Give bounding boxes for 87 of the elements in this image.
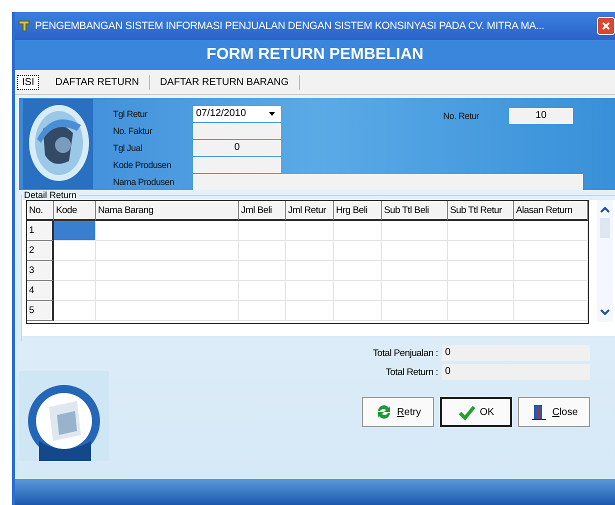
table-cell[interactable] bbox=[96, 221, 239, 241]
table-cell[interactable] bbox=[448, 301, 514, 321]
row-header: 1 bbox=[27, 221, 54, 241]
tab[interactable]: DAFTAR RETURN BARANG bbox=[150, 74, 300, 90]
field-label: Tgl Jual bbox=[113, 142, 144, 155]
table-cell[interactable] bbox=[286, 221, 334, 241]
table-cell[interactable] bbox=[382, 221, 448, 241]
input-field[interactable] bbox=[193, 157, 281, 173]
column-header[interactable]: Sub Ttl Beli bbox=[382, 201, 448, 221]
row-header: 4 bbox=[27, 281, 54, 301]
door-exit-icon bbox=[530, 403, 548, 421]
table-cell[interactable] bbox=[239, 301, 286, 321]
table-cell[interactable] bbox=[334, 221, 382, 241]
ok-button[interactable]: OK bbox=[440, 397, 512, 427]
field-label: Tgl Retur bbox=[113, 108, 148, 121]
table-cell[interactable] bbox=[239, 241, 286, 261]
tab[interactable]: DAFTAR RETURN bbox=[45, 74, 150, 90]
app-icon bbox=[17, 19, 31, 33]
field-label: No. Retur bbox=[443, 110, 479, 123]
table-cell[interactable] bbox=[514, 281, 588, 301]
table-cell[interactable] bbox=[54, 221, 96, 241]
table-cell[interactable] bbox=[514, 261, 588, 281]
scroll-down-icon[interactable] bbox=[600, 308, 610, 316]
form-title: FORM RETURN PEMBELIAN bbox=[206, 46, 424, 64]
field-label: Nama Produsen bbox=[113, 176, 176, 189]
table-cell[interactable] bbox=[514, 301, 588, 321]
total-label: Total Penjualan : bbox=[372, 348, 438, 358]
input-field[interactable]: 0 bbox=[193, 140, 281, 156]
table-cell[interactable] bbox=[382, 281, 448, 301]
table-cell[interactable] bbox=[448, 281, 514, 301]
column-header[interactable]: Kode bbox=[54, 201, 96, 221]
table-cell[interactable] bbox=[96, 241, 239, 261]
table-cell[interactable] bbox=[382, 261, 448, 281]
table-cell[interactable] bbox=[514, 221, 588, 241]
tab[interactable]: ISI bbox=[17, 74, 40, 90]
table-cell[interactable] bbox=[382, 301, 448, 321]
table-cell[interactable] bbox=[239, 261, 286, 281]
table-cell[interactable] bbox=[239, 281, 286, 301]
close-icon bbox=[601, 21, 611, 31]
total-field: 0 bbox=[442, 345, 590, 361]
table-cell[interactable] bbox=[448, 221, 514, 241]
row-header: 5 bbox=[27, 301, 54, 321]
table-cell[interactable] bbox=[96, 261, 239, 281]
table-cell[interactable] bbox=[286, 281, 334, 301]
checkmark-icon bbox=[458, 403, 476, 421]
table-cell[interactable] bbox=[54, 241, 96, 261]
group-title: Detail Return bbox=[23, 190, 78, 200]
row-header: 3 bbox=[27, 261, 54, 281]
column-header[interactable]: Hrg Beli bbox=[334, 201, 382, 221]
field-label: Kode Produsen bbox=[113, 159, 172, 172]
table-cell[interactable] bbox=[334, 261, 382, 281]
row-header: 2 bbox=[27, 241, 54, 261]
table-cell[interactable] bbox=[286, 301, 334, 321]
table-cell[interactable] bbox=[286, 261, 334, 281]
column-header[interactable]: Jml Beli bbox=[239, 201, 286, 221]
table-cell[interactable] bbox=[96, 281, 239, 301]
scrollbar[interactable] bbox=[597, 200, 613, 322]
input-field[interactable] bbox=[193, 123, 281, 139]
column-header[interactable]: Nama Barang bbox=[96, 201, 239, 221]
table-cell[interactable] bbox=[334, 301, 382, 321]
table-cell[interactable] bbox=[448, 241, 514, 261]
column-header[interactable]: No. bbox=[27, 201, 54, 221]
input-field[interactable] bbox=[193, 174, 583, 190]
close-button[interactable] bbox=[597, 17, 615, 35]
table-cell[interactable] bbox=[96, 301, 239, 321]
column-header[interactable]: Alasan Return bbox=[514, 201, 588, 221]
input-field[interactable]: 10 bbox=[509, 108, 573, 124]
table-cell[interactable] bbox=[448, 261, 514, 281]
column-header[interactable]: Jml Retur bbox=[286, 201, 334, 221]
window-title: PENGEMBANGAN SISTEM INFORMASI PENJUALAN DENGAN SISTEM KONSINYASI PADA CV. MITRA MA... bbox=[35, 20, 546, 32]
table-cell[interactable] bbox=[382, 241, 448, 261]
total-field: 0 bbox=[442, 364, 590, 380]
table-cell[interactable] bbox=[54, 261, 96, 281]
table-cell[interactable] bbox=[334, 281, 382, 301]
table-cell[interactable] bbox=[54, 301, 96, 321]
table-cell[interactable] bbox=[286, 241, 334, 261]
table-cell[interactable] bbox=[514, 241, 588, 261]
scroll-up-icon[interactable] bbox=[600, 206, 610, 214]
field-label: No. Faktur bbox=[113, 125, 154, 138]
column-header[interactable]: Sub Ttl Retur bbox=[448, 201, 514, 221]
total-label: Total Return : bbox=[384, 366, 438, 378]
table-cell[interactable] bbox=[54, 281, 96, 301]
table-cell[interactable] bbox=[239, 221, 286, 241]
retry-button[interactable]: Retry bbox=[362, 397, 434, 427]
date-picker[interactable]: 07/12/2010 bbox=[193, 106, 281, 122]
close-button[interactable]: Close bbox=[518, 397, 590, 427]
table-cell[interactable] bbox=[334, 241, 382, 261]
